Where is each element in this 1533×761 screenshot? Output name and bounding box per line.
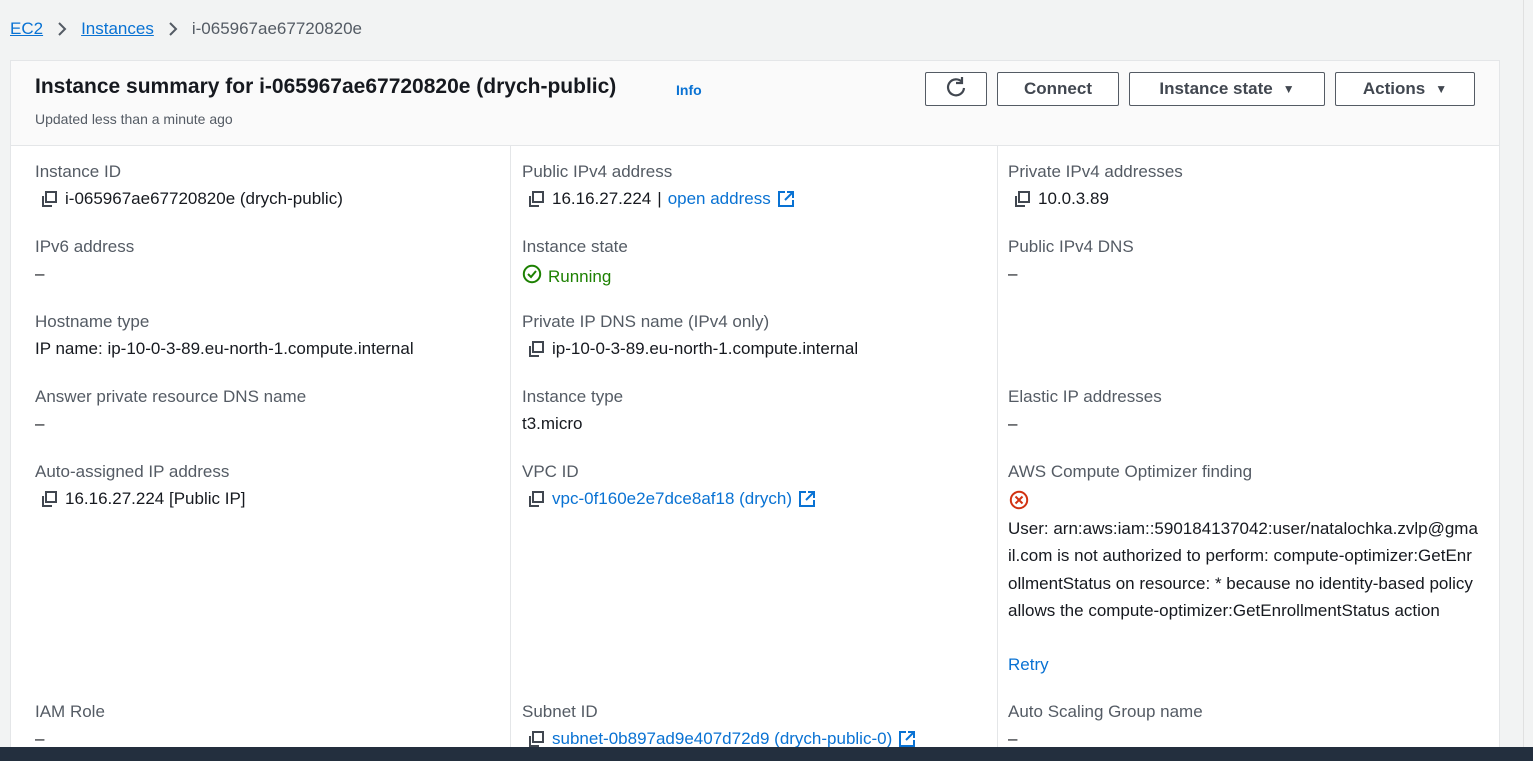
breadcrumb-current: i-065967ae67720820e [191,19,363,38]
auto-ip-value: 16.16.27.224 [Public IP] [39,489,246,509]
ipv6-label: IPv6 address [35,237,135,256]
refresh-button[interactable] [925,72,987,106]
breadcrumb-instances[interactable]: Instances [81,19,154,39]
last-updated-text: Updated less than a minute ago [35,111,233,127]
caret-down-icon: ▼ [1282,82,1295,96]
footer-bar [0,747,1533,761]
breadcrumb-ec2[interactable]: EC2 [10,19,43,39]
optimizer-label: AWS Compute Optimizer finding [1008,462,1253,481]
column-divider [997,146,998,759]
auto-ip-text: 16.16.27.224 [Public IP] [65,489,246,508]
instance-state-button-label: Instance state [1159,79,1273,98]
check-circle-icon [522,264,542,289]
connect-button[interactable]: Connect [997,72,1119,106]
info-link[interactable]: Info [676,82,702,98]
subnet-id-link[interactable]: subnet-0b897ad9e407d72d9 (drych-public-0… [552,729,892,749]
panel-header: Instance summary for i-065967ae67720820e… [11,61,1499,146]
elastic-ip-value: – [1008,414,1018,433]
hostname-type-value: IP name: ip-10-0-3-89.eu-north-1.compute… [35,339,414,358]
instance-summary-panel: Instance summary for i-065967ae67720820e… [10,60,1500,760]
copy-icon[interactable] [526,340,546,358]
instance-state-value: Running [522,264,611,289]
instance-type-value: t3.micro [522,414,583,433]
public-ipv4-text: 16.16.27.224 [552,189,652,208]
instance-state-button[interactable]: Instance state ▼ [1129,72,1325,106]
iam-role-label: IAM Role [35,702,105,721]
copy-icon[interactable] [526,730,546,748]
asg-value: – [1008,729,1018,748]
column-divider [510,146,511,759]
private-ipv4-label: Private IPv4 addresses [1008,162,1183,181]
vpc-id-link[interactable]: vpc-0f160e2e7dce8af18 (drych) [552,489,792,509]
auto-ip-label: Auto-assigned IP address [35,462,230,481]
instance-id-text: i-065967ae67720820e (drych-public) [65,189,343,208]
ipv6-value: – [35,264,45,283]
instance-type-label: Instance type [522,387,624,406]
instance-state-text: Running [548,266,612,286]
external-link-icon[interactable] [798,490,816,508]
private-dns-text: ip-10-0-3-89.eu-north-1.compute.internal [552,339,859,358]
retry-link[interactable]: Retry [1008,655,1049,675]
asg-label: Auto Scaling Group name [1008,702,1203,721]
instance-state-label: Instance state [522,237,628,256]
answer-dns-label: Answer private resource DNS name [35,387,307,406]
external-link-icon[interactable] [777,190,795,208]
copy-icon[interactable] [39,490,59,508]
answer-dns-value: – [35,414,45,433]
chevron-right-icon [43,21,81,37]
private-ipv4-value: 10.0.3.89 [1012,189,1109,209]
iam-role-value: – [35,729,45,748]
actions-button[interactable]: Actions ▼ [1335,72,1475,106]
public-ipv4-value: 16.16.27.224 | open address [526,189,795,209]
copy-icon[interactable] [526,190,546,208]
connect-button-label: Connect [1024,79,1092,98]
copy-icon[interactable] [1012,190,1032,208]
chevron-right-icon [154,21,192,37]
elastic-ip-label: Elastic IP addresses [1008,387,1162,406]
public-ipv4-label: Public IPv4 address [522,162,673,181]
instance-id-value: i-065967ae67720820e (drych-public) [39,189,343,209]
vpc-id-label: VPC ID [522,462,579,481]
separator: | [657,189,662,208]
vpc-id-value: vpc-0f160e2e7dce8af18 (drych) [526,489,816,509]
private-dns-value: ip-10-0-3-89.eu-north-1.compute.internal [526,339,858,359]
optimizer-error-text: User: arn:aws:iam::590184137042:user/nat… [1008,519,1478,620]
private-dns-label: Private IP DNS name (IPv4 only) [522,312,770,331]
subnet-id-value: subnet-0b897ad9e407d72d9 (drych-public-0… [526,729,916,749]
subnet-id-label: Subnet ID [522,702,598,721]
open-address-link[interactable]: open address [668,189,771,209]
copy-icon[interactable] [39,190,59,208]
breadcrumb: EC2 Instances i-065967ae67720820e [10,17,362,41]
public-dns-value: – [1008,264,1018,283]
external-link-icon[interactable] [898,730,916,748]
error-circle-icon [1009,490,1029,510]
hostname-type-label: Hostname type [35,312,150,331]
page-title: Instance summary for i-065967ae67720820e… [35,75,617,98]
actions-button-label: Actions [1362,79,1426,98]
scrollbar[interactable] [1523,0,1533,761]
public-dns-label: Public IPv4 DNS [1008,237,1134,256]
copy-icon[interactable] [526,490,546,508]
instance-id-label: Instance ID [35,162,121,181]
private-ipv4-text: 10.0.3.89 [1038,189,1109,208]
refresh-icon [945,76,967,103]
caret-down-icon: ▼ [1435,82,1448,96]
